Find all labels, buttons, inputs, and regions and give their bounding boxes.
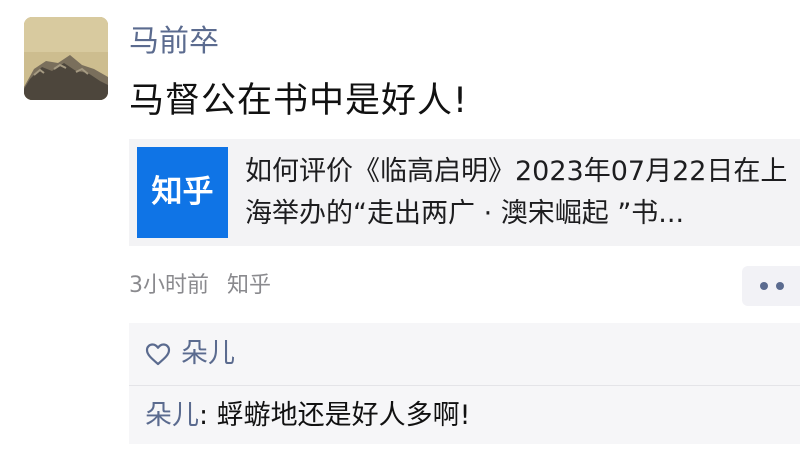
avatar[interactable] [24,17,108,100]
more-dots-icon [760,282,768,290]
commenter-name[interactable]: 朵儿 [145,400,199,431]
moments-post: 马前卒 马督公在书中是好人! 知乎 如何评价《临高启明》2023年07月22日在… [0,0,800,462]
likes-row: 朵儿 [129,323,800,385]
liker-name[interactable]: 朵儿 [181,335,235,373]
divider [129,385,800,386]
shared-link-card[interactable]: 知乎 如何评价《临高启明》2023年07月22日在上海举办的“走出两广 · 澳宋… [129,139,800,246]
more-dots-icon [776,282,784,290]
comment-separator: : [199,400,217,431]
heart-icon [145,343,171,366]
more-button[interactable] [742,266,800,306]
post-source[interactable]: 知乎 [227,273,271,298]
post-content: 马督公在书中是好人! [129,81,469,121]
avatar-image [24,17,108,100]
zhihu-logo: 知乎 [137,147,228,238]
interaction-panel: 朵儿 朵儿: 蜉蝣地还是好人多啊! [129,323,800,444]
link-title: 如何评价《临高启明》2023年07月22日在上海举办的“走出两广 · 澳宋崛起 … [245,156,788,229]
post-time: 3小时前 [129,273,209,298]
post-meta: 3小时前 知乎 [129,270,271,302]
comment-text: 蜉蝣地还是好人多啊! [216,400,471,431]
comment-item[interactable]: 朵儿: 蜉蝣地还是好人多啊! [145,397,471,435]
author-name[interactable]: 马前卒 [129,22,219,62]
